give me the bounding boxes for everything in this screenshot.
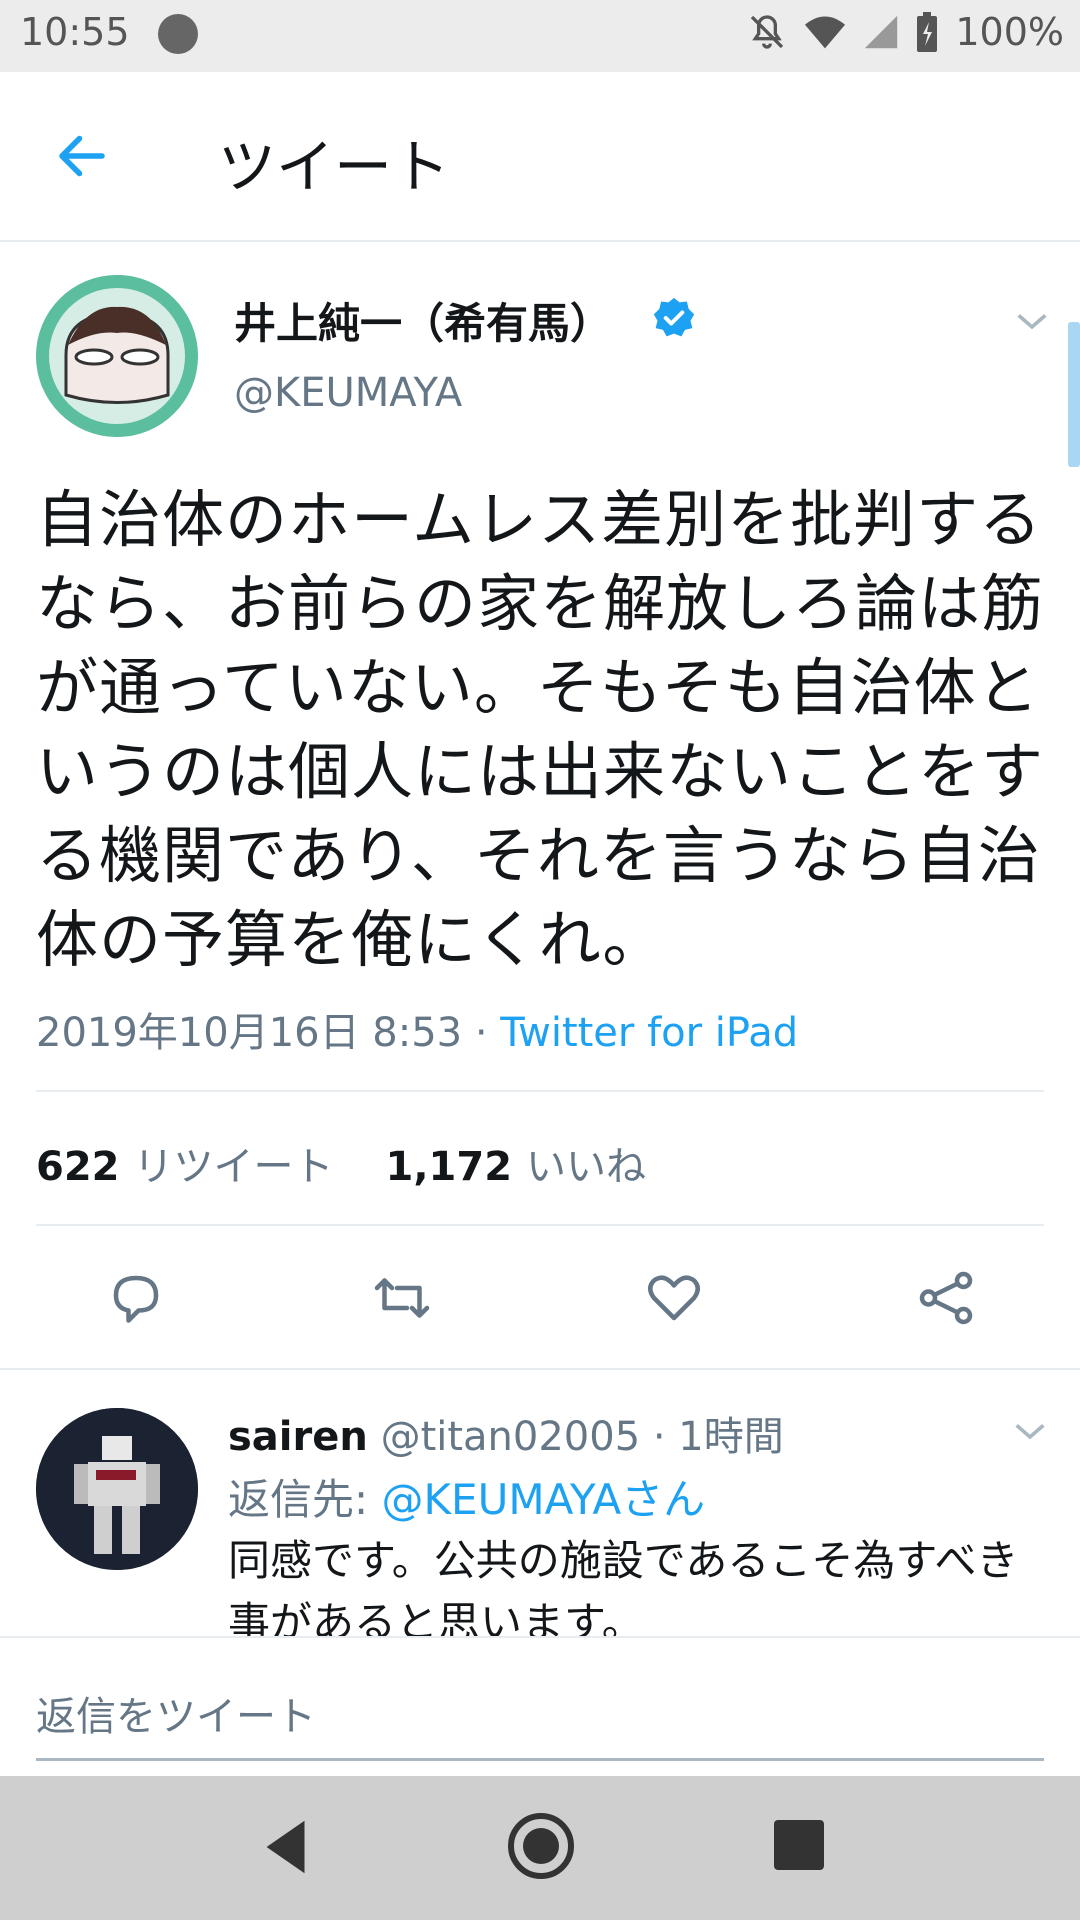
wifi-icon [805,16,846,49]
like-label[interactable]: いいね [526,1134,646,1192]
author-name[interactable]: 井上純一（希有馬） [234,290,612,351]
divider [36,1090,1044,1092]
input-underline [36,1758,1044,1761]
tweet-timestamp: 2019年10月16日 8:53 [36,1010,463,1056]
nav-home-icon[interactable] [505,1810,577,1882]
chevron-down-icon[interactable] [1010,1412,1050,1452]
status-time: 10:55 [20,10,130,54]
retweet-label[interactable]: リツイート [134,1134,334,1192]
battery-icon [917,12,938,52]
scrollbar[interactable] [1068,322,1080,467]
replying-to-mention[interactable]: @KEUMAYAさん [382,1475,706,1524]
battery-percent: 100% [955,10,1064,54]
reply-header: sairen @titan02005 · 1時間 [228,1404,784,1462]
app-icon [158,14,198,54]
reply-context: 返信先: @KEUMAYAさん [228,1466,705,1527]
mute-icon [751,15,784,49]
verified-badge-icon [653,297,695,337]
system-nav-bar [0,1776,1080,1920]
tweet-stats: 622 リツイート 1,172 いいね [36,1134,646,1192]
nav-recents-icon[interactable] [774,1820,824,1870]
reply-icon[interactable] [106,1268,166,1328]
reply-avatar[interactable] [36,1408,198,1570]
arrow-left-icon[interactable] [52,126,112,186]
status-bar: 10:55 100% [0,0,1080,72]
like-count[interactable]: 1,172 [386,1144,513,1190]
avatar[interactable] [36,275,198,437]
signal-icon [865,15,898,49]
chevron-down-icon[interactable] [1012,302,1052,342]
reply-time: · 1時間 [640,1414,784,1460]
reply-author-name[interactable]: sairen [228,1414,368,1460]
tweet-meta: 2019年10月16日 8:53 · Twitter for iPad [36,1000,798,1058]
app-bar: ツイート [0,72,1080,242]
tweet-text: 自治体のホームレス差別を批判するなら、お前らの家を解放しろ論は筋が通っていない。… [36,483,1045,976]
status-icons: 100% [747,10,1064,54]
tweet-source-link[interactable]: Twitter for iPad [500,1010,798,1056]
retweet-icon[interactable] [372,1268,432,1328]
like-icon[interactable] [644,1268,704,1328]
retweet-count[interactable]: 622 [36,1144,120,1190]
author-handle[interactable]: @KEUMAYA [234,370,462,416]
divider [36,1224,1044,1226]
reply-compose-bar: 返信をツイート [0,1636,1080,1778]
reply-handle[interactable]: @titan02005 [381,1414,641,1460]
meta-separator: · [462,1010,501,1056]
share-icon[interactable] [916,1268,976,1328]
divider [0,1368,1080,1370]
replying-to-label: 返信先: [228,1475,382,1524]
reply-text: 同感です。公共の施設であるこそ為すべき事があると思います。 [228,1536,1019,1636]
page-title: ツイート [218,133,451,201]
reply-input[interactable]: 返信をツイート [36,1684,316,1742]
nav-back-icon[interactable] [252,1812,322,1882]
